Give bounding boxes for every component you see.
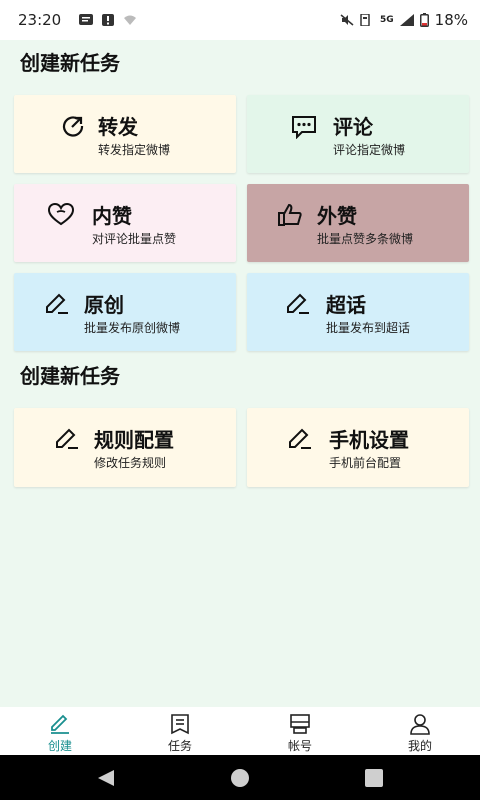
edit-icon bbox=[287, 293, 309, 314]
edit-icon bbox=[56, 428, 78, 449]
section-title-1: 创建新任务 bbox=[20, 51, 120, 75]
card-outer-like[interactable]: 外赞 批量点赞多条微博 bbox=[247, 184, 469, 262]
card-desc: 修改任务规则 bbox=[94, 456, 167, 470]
edit-icon bbox=[289, 428, 311, 449]
status-left: 23:20 bbox=[18, 11, 137, 29]
status-time: 23:20 bbox=[18, 11, 62, 29]
nav-label: 任务 bbox=[167, 739, 192, 753]
card-desc: 评论指定微博 bbox=[333, 143, 406, 157]
system-nav-bar bbox=[0, 755, 480, 800]
data-icon bbox=[360, 14, 370, 26]
nav-item-tasks[interactable]: 任务 bbox=[120, 707, 240, 755]
nav-item-me[interactable]: 我的 bbox=[360, 707, 480, 755]
battery-level: 18% bbox=[434, 11, 468, 29]
card-title: 规则配置 bbox=[94, 428, 174, 452]
edit-icon bbox=[46, 293, 68, 314]
card-desc: 批量发布原创微博 bbox=[84, 321, 181, 335]
card-desc: 手机前台配置 bbox=[329, 456, 402, 470]
recents-icon[interactable] bbox=[364, 768, 384, 788]
home-icon[interactable] bbox=[229, 768, 251, 788]
card-inner-like[interactable]: 内赞 对评论批量点赞 bbox=[14, 184, 236, 262]
card-title: 外赞 bbox=[317, 204, 357, 228]
network-type: 5G bbox=[380, 15, 394, 25]
wifi-icon bbox=[124, 15, 137, 25]
card-title: 手机设置 bbox=[329, 428, 409, 452]
card-title: 超话 bbox=[326, 293, 366, 317]
card-repost[interactable]: 转发 转发指定微博 bbox=[14, 95, 236, 173]
pencil-icon bbox=[51, 714, 69, 734]
account-icon bbox=[290, 714, 310, 734]
nav-label: 创建 bbox=[47, 739, 72, 753]
card-desc: 转发指定微博 bbox=[98, 143, 171, 157]
nav-label: 我的 bbox=[407, 739, 432, 753]
card-comment[interactable]: 评论 评论指定微博 bbox=[247, 95, 469, 173]
battery-icon bbox=[419, 13, 429, 27]
card-title: 内赞 bbox=[92, 204, 132, 228]
signal-icon bbox=[399, 14, 414, 26]
back-icon[interactable] bbox=[96, 768, 116, 788]
card-original-post[interactable]: 原创 批量发布原创微博 bbox=[14, 273, 236, 351]
card-desc: 对评论批量点赞 bbox=[92, 232, 177, 246]
message-icon bbox=[79, 14, 94, 25]
section-title-2: 创建新任务 bbox=[20, 364, 120, 388]
card-phone-settings[interactable]: 手机设置 手机前台配置 bbox=[247, 408, 469, 487]
nav-label: 帐号 bbox=[287, 739, 312, 753]
thumbs-up-icon bbox=[278, 203, 302, 226]
card-super-topic[interactable]: 超话 批量发布到超话 bbox=[247, 273, 469, 351]
heart-icon bbox=[48, 202, 74, 226]
nav-item-create[interactable]: 创建 bbox=[0, 707, 120, 755]
status-right: 5G 18% bbox=[340, 11, 468, 29]
nav-item-account[interactable]: 帐号 bbox=[240, 707, 360, 755]
mute-icon bbox=[340, 14, 354, 26]
status-bar: 23:20 5G 18% bbox=[0, 0, 480, 40]
card-title: 原创 bbox=[84, 293, 124, 317]
task-icon bbox=[171, 714, 189, 735]
share-icon bbox=[62, 116, 84, 137]
card-rule-config[interactable]: 规则配置 修改任务规则 bbox=[14, 408, 236, 487]
comment-icon bbox=[292, 116, 316, 139]
alert-icon bbox=[102, 14, 115, 26]
user-icon bbox=[410, 714, 430, 735]
card-desc: 批量发布到超话 bbox=[326, 321, 411, 335]
card-title: 评论 bbox=[333, 115, 373, 139]
bottom-nav: 创建 任务 帐号 我的 bbox=[0, 707, 480, 755]
card-title: 转发 bbox=[98, 115, 138, 139]
card-desc: 批量点赞多条微博 bbox=[317, 232, 414, 246]
